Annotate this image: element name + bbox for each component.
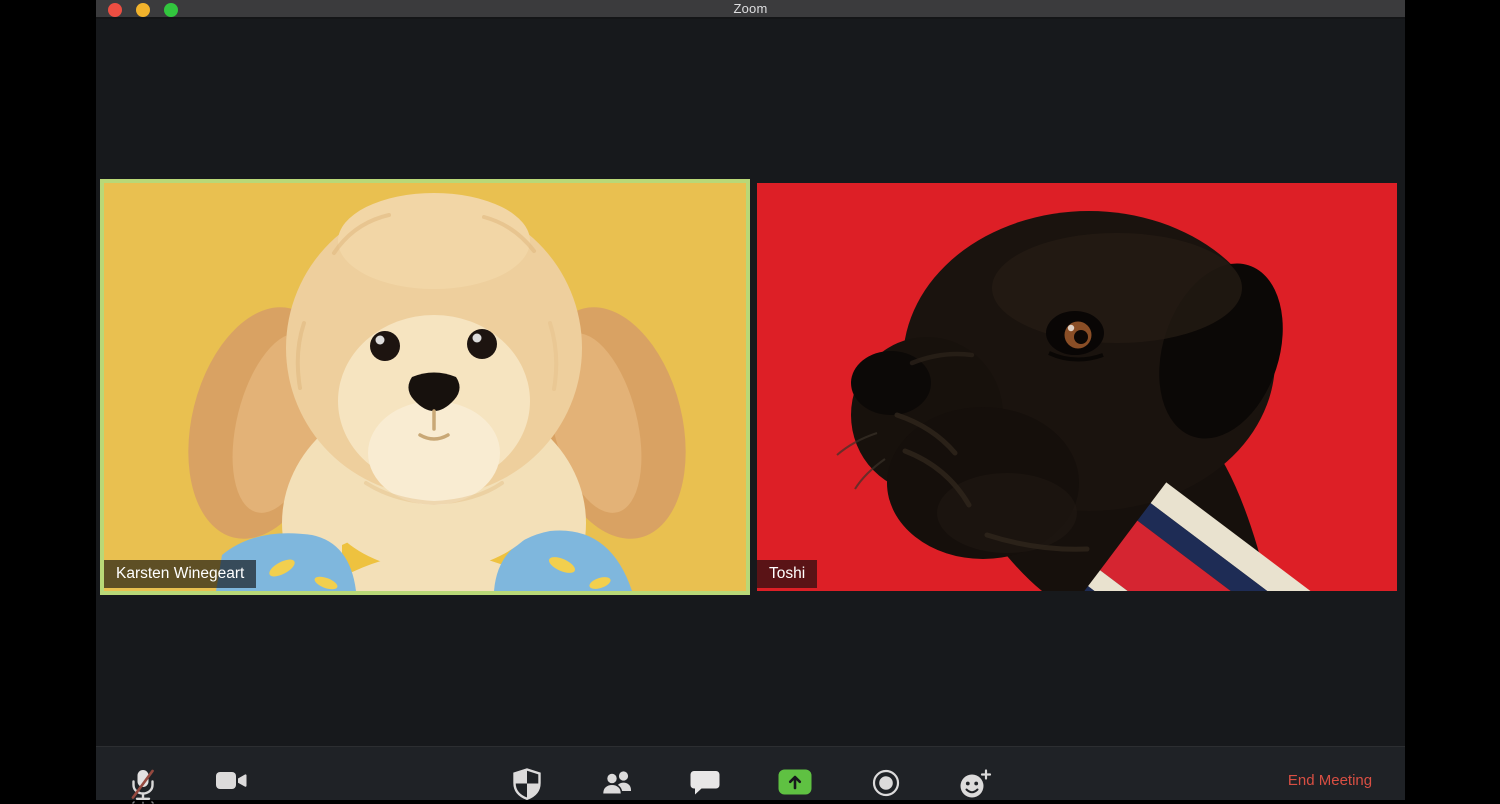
mute-button[interactable] — [126, 768, 160, 804]
reactions-smiley-icon — [957, 768, 993, 800]
microphone-muted-icon — [126, 768, 160, 804]
meeting-toolbar: End Meeting — [96, 746, 1405, 800]
reactions-button[interactable] — [957, 768, 993, 800]
puppy-video-image — [104, 183, 746, 591]
chat-bubble-icon — [689, 768, 721, 798]
record-icon — [871, 768, 901, 798]
window-title: Zoom — [96, 0, 1405, 19]
start-video-button[interactable] — [215, 768, 247, 794]
participants-icon — [600, 768, 634, 798]
participant-name-label: Karsten Winegeart — [104, 560, 256, 588]
end-meeting-button[interactable]: End Meeting — [1288, 772, 1372, 789]
title-bar: Zoom — [96, 0, 1405, 19]
pug-video-image — [757, 183, 1397, 591]
participant-name-label: Toshi — [757, 560, 817, 588]
security-button[interactable] — [512, 768, 542, 800]
record-button[interactable] — [871, 768, 901, 798]
video-tile-karsten[interactable]: Karsten Winegeart — [100, 179, 750, 595]
security-shield-icon — [512, 768, 542, 800]
video-camera-icon — [215, 768, 247, 794]
zoom-app-window: Zoom — [96, 0, 1405, 800]
participants-button[interactable] — [600, 768, 634, 798]
video-tile-toshi[interactable]: Toshi — [757, 183, 1397, 591]
share-screen-button[interactable] — [777, 768, 813, 796]
chat-button[interactable] — [689, 768, 721, 798]
share-screen-icon — [777, 768, 813, 796]
